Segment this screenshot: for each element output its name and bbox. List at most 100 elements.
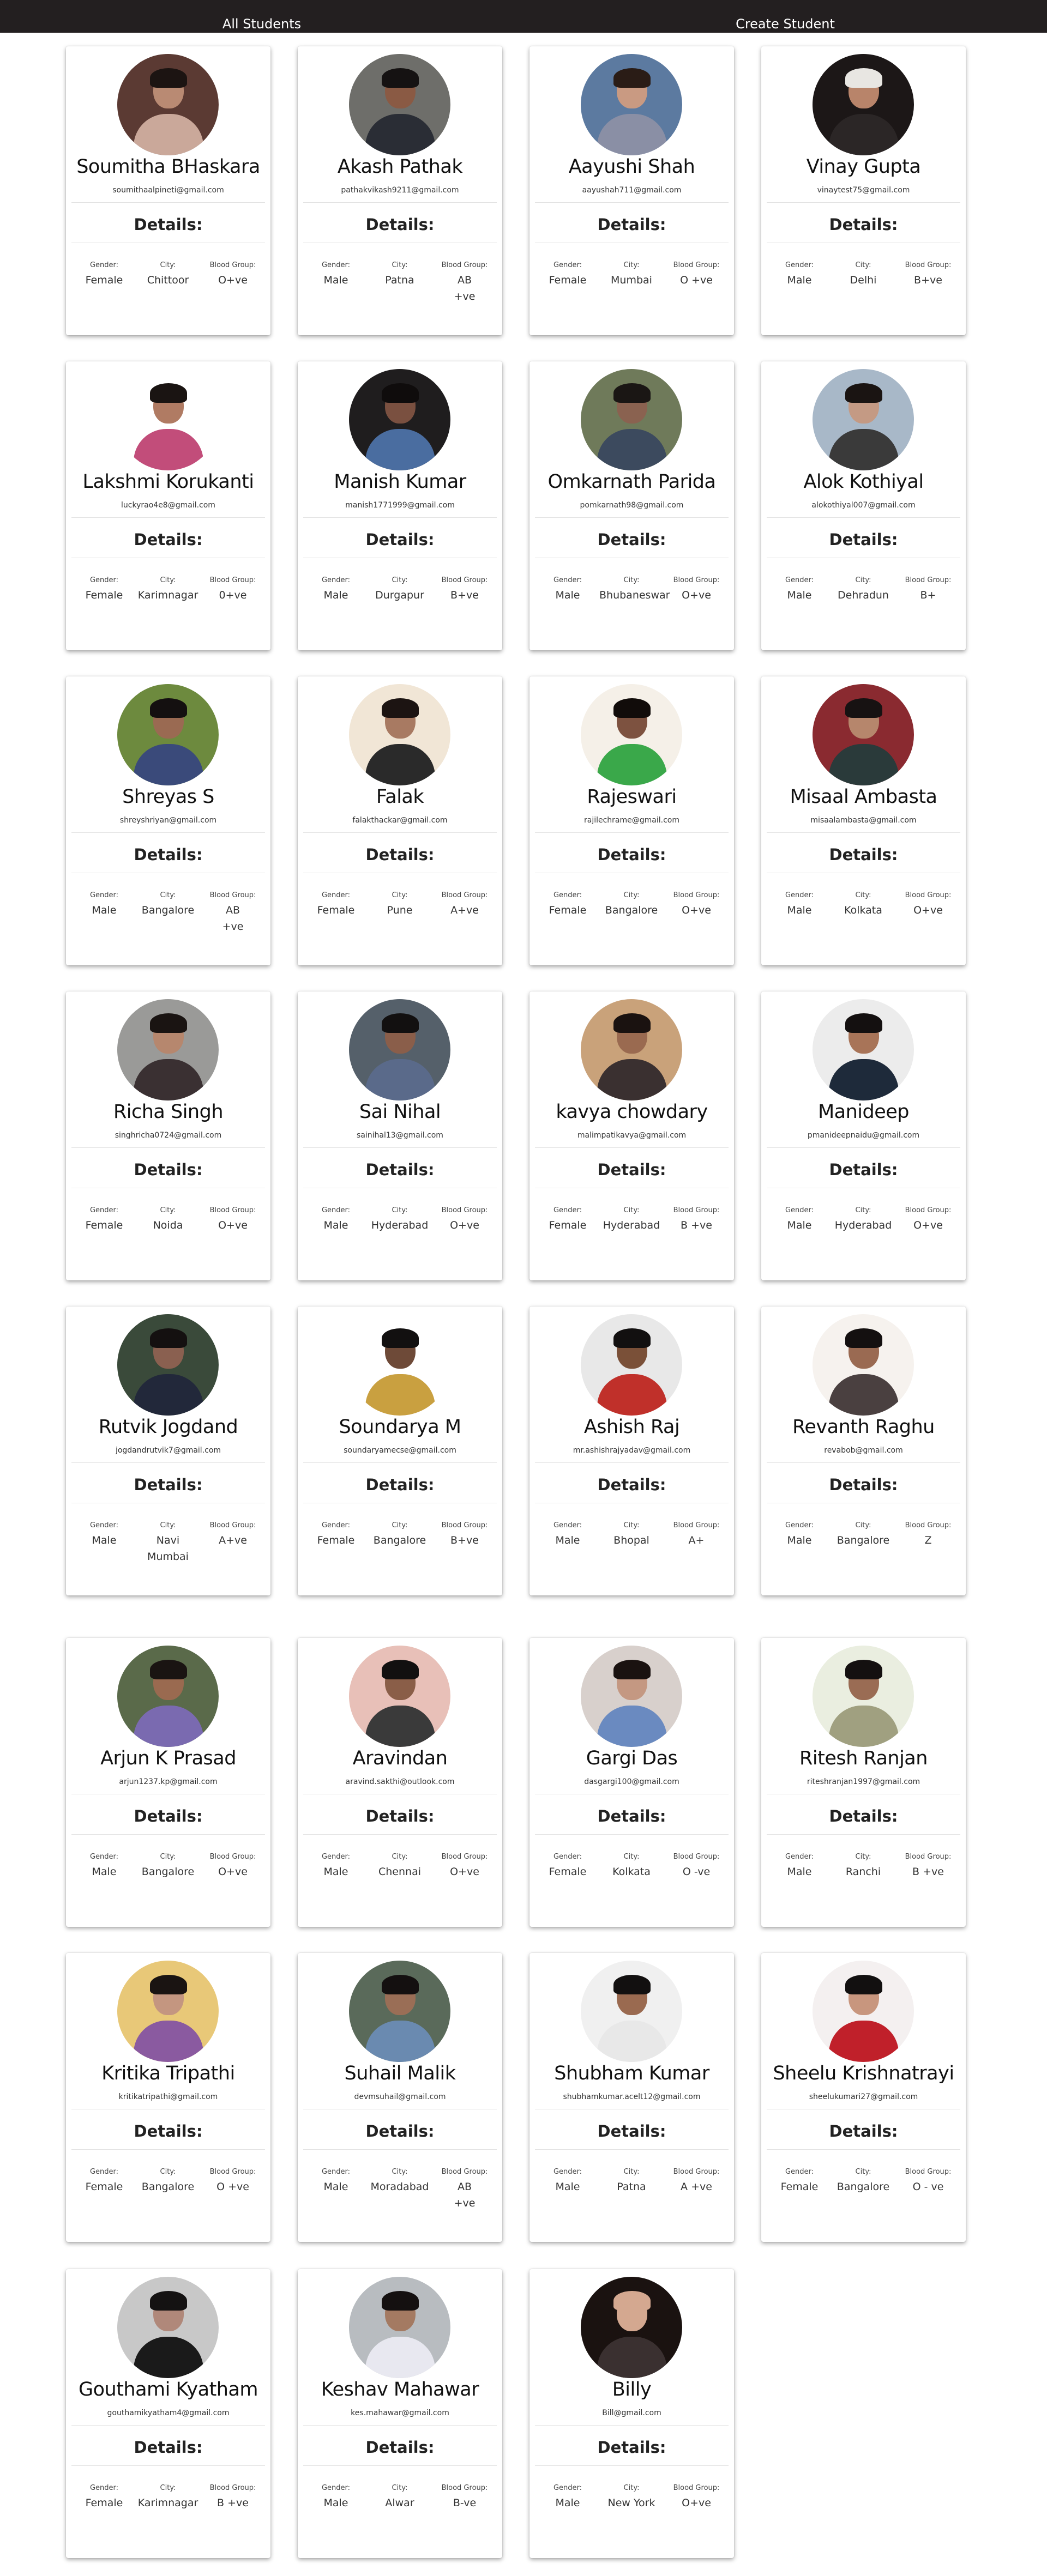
avatar-hair — [845, 1660, 882, 1679]
city-label: City: — [392, 891, 408, 899]
blood-group-value: O +ve — [216, 2181, 249, 2193]
student-name: Ritesh Ranjan — [799, 1747, 928, 1769]
student-card[interactable]: Lakshmi Korukanti luckyrao4e8@gmail.com De… — [66, 361, 270, 650]
divider — [535, 517, 729, 518]
avatar-hair — [382, 1660, 419, 1679]
gender-label: Gender: — [553, 2484, 582, 2492]
student-card[interactable]: kavya chowdary malimpatikavya@gmail.com De… — [529, 991, 734, 1280]
student-card[interactable]: Shreyas S shreyshriyan@gmail.com Details: G… — [66, 676, 270, 965]
gender-value: Female — [317, 1534, 355, 1546]
blood-group-value: B+ — [920, 589, 936, 601]
city-label: City: — [392, 1206, 408, 1214]
blood-group-label: Blood Group: — [209, 2168, 256, 2176]
student-card[interactable]: Kritika Tripathi kritikatripathi@gmail.co… — [66, 1953, 270, 2242]
blood-group-label: Blood Group: — [905, 1521, 952, 1529]
gender-value: Male — [323, 2497, 348, 2509]
student-email: sheelukumari27@gmail.com — [809, 2093, 918, 2101]
student-card[interactable]: Omkarnath Parida pomkarnath98@gmail.com De… — [529, 361, 734, 650]
city-label: City: — [392, 1853, 408, 1861]
student-card[interactable]: Aravindan aravind.sakthi@outlook.com Detai… — [298, 1638, 502, 1927]
blood-group-label: Blood Group: — [441, 1521, 488, 1529]
city-value: Hyderabad — [371, 1219, 429, 1231]
student-avatar — [813, 54, 914, 155]
student-card[interactable]: Manideep pmanideepnaidu@gmail.com Details:… — [761, 991, 966, 1280]
student-card[interactable]: Soumitha BHaskara soumithaalpineti@gmail.… — [66, 46, 270, 335]
student-card[interactable]: Arjun K Prasad arjun1237.kp@gmail.com Deta… — [66, 1638, 270, 1927]
blood-group-value: A+ — [688, 1534, 705, 1546]
city-label: City: — [623, 1206, 640, 1214]
student-avatar — [581, 1314, 682, 1416]
blood-group-label: Blood Group: — [441, 1853, 488, 1861]
student-card[interactable]: Manish Kumar manish1771999@gmail.com Detai… — [298, 361, 502, 650]
city-label: City: — [623, 1521, 640, 1529]
city-label: City: — [855, 891, 871, 899]
nav-all-students-link[interactable]: All Students — [222, 0, 301, 33]
student-name: Alok Kothiyal — [803, 471, 924, 493]
student-avatar — [349, 369, 450, 470]
student-card[interactable]: Rajeswari rajilechrame@gmail.com Details: G… — [529, 676, 734, 965]
gender-label: Gender: — [89, 261, 119, 269]
student-card[interactable]: Sheelu Krishnatrayi sheelukumari27@gmail.… — [761, 1953, 966, 2242]
student-name: Vinay Gupta — [806, 156, 921, 178]
student-card[interactable]: Revanth Raghu revabob@gmail.com Details: Ge… — [761, 1307, 966, 1595]
blood-group-label: Blood Group: — [905, 576, 952, 584]
divider — [767, 1834, 960, 1835]
gender-value: Male — [555, 2181, 580, 2193]
student-avatar — [581, 2277, 682, 2378]
blood-group-value: O+ve — [682, 904, 711, 916]
student-card[interactable]: Suhail Malik devmsuhail@gmail.com Details:… — [298, 1953, 502, 2242]
student-card[interactable]: Sai Nihal sainihal13@gmail.com Details: Gen… — [298, 991, 502, 1280]
city-value: Bangalore — [141, 904, 195, 916]
divider — [767, 517, 960, 518]
student-card[interactable]: Rutvik Jogdand jogdandrutvik7@gmail.com De… — [66, 1307, 270, 1595]
student-avatar — [349, 1314, 450, 1416]
student-name: Shubham Kumar — [554, 2063, 709, 2084]
gender-label: Gender: — [785, 576, 814, 584]
divider — [303, 2465, 497, 2466]
student-card[interactable]: Aayushi Shah aayushah711@gmail.com Details… — [529, 46, 734, 335]
student-card[interactable]: Alok Kothiyal alokothiyal007@gmail.com Det… — [761, 361, 966, 650]
details-heading: Details: — [134, 2122, 203, 2140]
student-card[interactable]: Vinay Gupta vinaytest75@gmail.com Details:… — [761, 46, 966, 335]
blood-group-label: Blood Group: — [209, 261, 256, 269]
blood-group-value: O+ve — [218, 1866, 248, 1878]
blood-group-label: Blood Group: — [673, 2484, 720, 2492]
student-email: pathakvikash9211@gmail.com — [341, 186, 459, 195]
student-card[interactable]: Gouthami Kyatham gouthamikyatham4@gmail.c… — [66, 2269, 270, 2558]
avatar-hair — [613, 1660, 651, 1679]
student-name: Ashish Raj — [583, 1416, 680, 1438]
avatar-hair — [382, 68, 419, 88]
city-value: Hyderabad — [834, 1219, 892, 1231]
student-card[interactable]: Akash Pathak pathakvikash9211@gmail.com De… — [298, 46, 502, 335]
student-card[interactable]: Shubham Kumar shubhamkumar.acelt12@gmail.… — [529, 1953, 734, 2242]
gender-label: Gender: — [321, 891, 351, 899]
gender-value: Female — [317, 904, 355, 916]
student-card[interactable]: Falak falakthackar@gmail.com Details: Gende… — [298, 676, 502, 965]
student-name: Manish Kumar — [334, 471, 466, 493]
avatar-hair — [150, 383, 187, 403]
blood-group-value: A+ve — [219, 1534, 247, 1546]
student-card[interactable]: Ashish Raj mr.ashishrajyadav@gmail.com Det… — [529, 1307, 734, 1595]
nav-create-student-link[interactable]: Create Student — [736, 0, 835, 33]
details-heading: Details: — [365, 845, 435, 864]
student-card[interactable]: Keshav Mahawar kes.mahawar@gmail.com Detai… — [298, 2269, 502, 2558]
blood-group-label: Blood Group: — [905, 891, 952, 899]
city-label: City: — [623, 1853, 640, 1861]
student-card[interactable]: Billy Bill@gmail.com Details: Gender: City: B… — [529, 2269, 734, 2558]
city-label: City: — [160, 2168, 176, 2176]
student-card[interactable]: Gargi Das dasgargi100@gmail.com Details: Ge… — [529, 1638, 734, 1927]
student-avatar — [813, 369, 914, 470]
city-label: City: — [623, 2168, 640, 2176]
city-label: City: — [160, 576, 176, 584]
student-name: Aravindan — [352, 1747, 448, 1769]
student-card[interactable]: Richa Singh singhricha0724@gmail.com Detai… — [66, 991, 270, 1280]
blood-group-value: O+ve — [450, 1219, 479, 1231]
avatar-hair — [382, 2291, 419, 2311]
divider — [303, 2425, 497, 2426]
student-card[interactable]: Ritesh Ranjan riteshranjan1997@gmail.com D… — [761, 1638, 966, 1927]
student-name: Keshav Mahawar — [321, 2379, 479, 2400]
gender-value: Male — [92, 1866, 117, 1878]
student-avatar — [581, 999, 682, 1100]
student-card[interactable]: Soundarya M soundaryamecse@gmail.com Detai… — [298, 1307, 502, 1595]
student-card[interactable]: Misaal Ambasta misaalambasta@gmail.com Det… — [761, 676, 966, 965]
